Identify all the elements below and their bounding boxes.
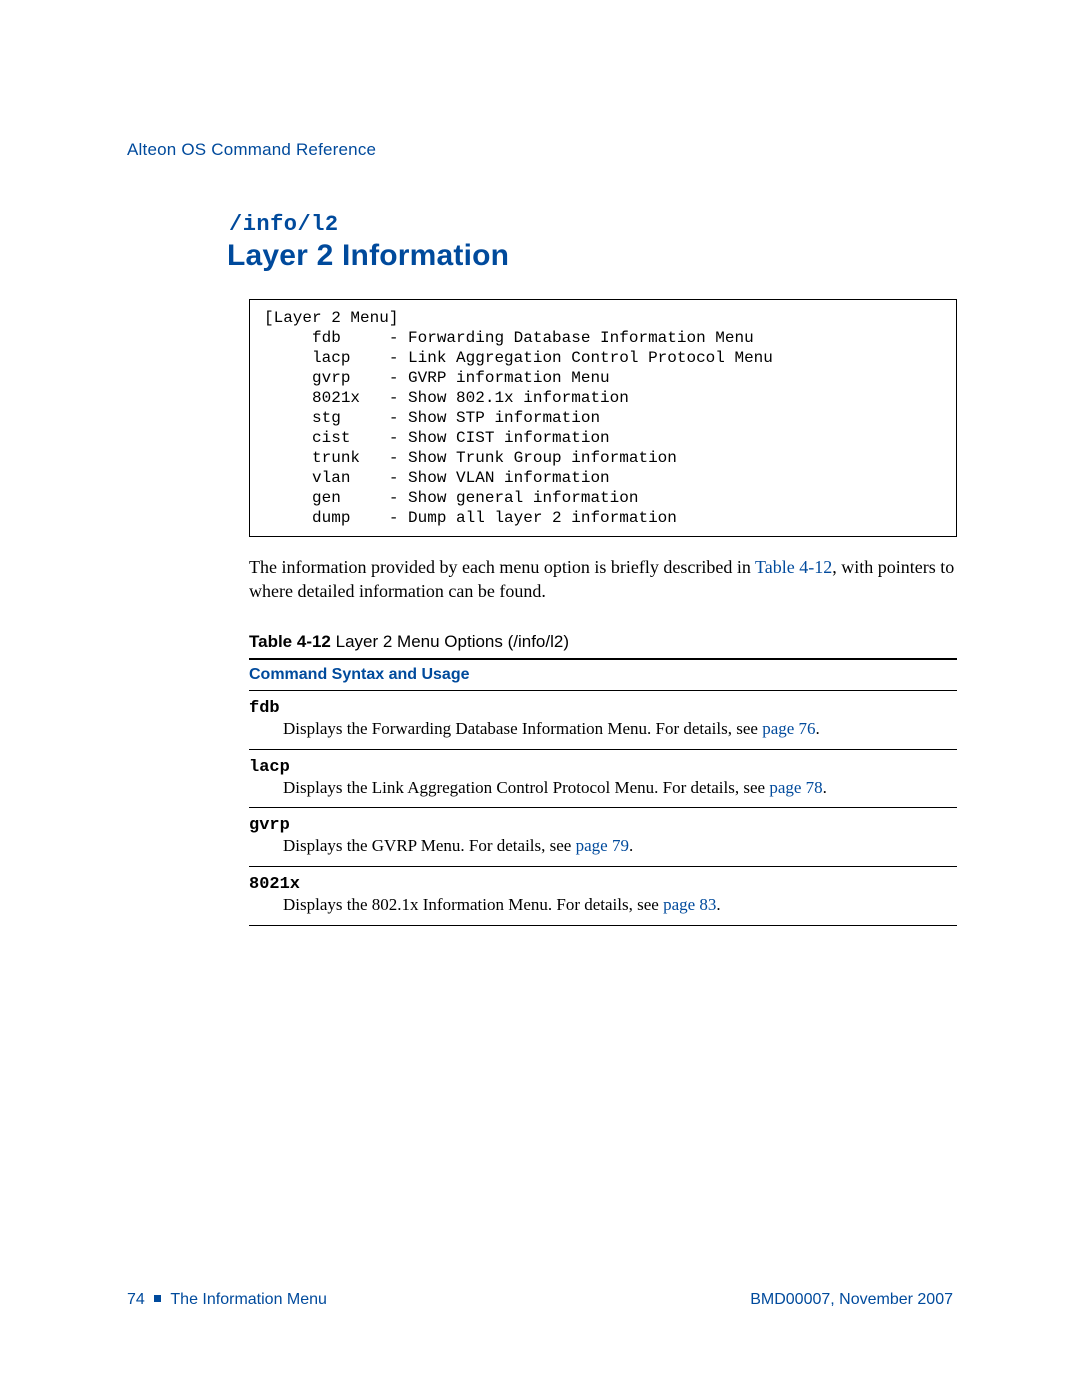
page-number: 74 [127, 1291, 145, 1308]
table-row: gvrpDisplays the GVRP Menu. For details,… [249, 808, 957, 867]
table-row: lacpDisplays the Link Aggregation Contro… [249, 749, 957, 808]
command-desc-text: Displays the GVRP Menu. For details, see [283, 836, 576, 855]
command-desc-post: . [629, 836, 633, 855]
command-desc-text: Displays the Link Aggregation Control Pr… [283, 778, 769, 797]
command-desc-post: . [823, 778, 827, 797]
page-link[interactable]: page 78 [769, 778, 822, 797]
page-footer: 74 The Information Menu BMD00007, Novemb… [127, 1291, 953, 1309]
command-description: Displays the Link Aggregation Control Pr… [249, 777, 955, 800]
command-desc-post: . [816, 719, 820, 738]
table-cell: lacpDisplays the Link Aggregation Contro… [249, 749, 957, 808]
table-row: 8021xDisplays the 802.1x Information Men… [249, 867, 957, 926]
command-description: Displays the 802.1x Information Menu. Fo… [249, 894, 955, 917]
page-link[interactable]: page 83 [663, 895, 716, 914]
command-desc-text: Displays the 802.1x Information Menu. Fo… [283, 895, 663, 914]
table-caption-text: Layer 2 Menu Options (/info/l2) [331, 632, 569, 651]
command-table-header: Command Syntax and Usage [249, 659, 957, 691]
command-name: fdb [249, 699, 955, 718]
command-description: Displays the Forwarding Database Informa… [249, 718, 955, 741]
command-name: lacp [249, 758, 955, 777]
section-path: /info/l2 [229, 212, 953, 237]
para-text-pre: The information provided by each menu op… [249, 557, 755, 577]
command-desc-post: . [716, 895, 720, 914]
table-ref-link[interactable]: Table 4-12 [755, 557, 832, 577]
footer-section: The Information Menu [170, 1291, 327, 1308]
page-link[interactable]: page 79 [576, 836, 629, 855]
command-desc-text: Displays the Forwarding Database Informa… [283, 719, 762, 738]
footer-separator-icon [154, 1295, 161, 1302]
footer-right: BMD00007, November 2007 [750, 1291, 953, 1309]
command-table: Command Syntax and Usage fdbDisplays the… [249, 658, 957, 927]
running-head: Alteon OS Command Reference [127, 140, 953, 160]
table-cell: 8021xDisplays the 802.1x Information Men… [249, 867, 957, 926]
table-number: Table 4-12 [249, 632, 331, 651]
page: Alteon OS Command Reference /info/l2 Lay… [0, 0, 1080, 1397]
menu-box: [Layer 2 Menu] fdb - Forwarding Database… [249, 299, 957, 537]
table-row: fdbDisplays the Forwarding Database Info… [249, 690, 957, 749]
command-name: 8021x [249, 875, 955, 894]
table-cell: gvrpDisplays the GVRP Menu. For details,… [249, 808, 957, 867]
command-name: gvrp [249, 816, 955, 835]
table-cell: fdbDisplays the Forwarding Database Info… [249, 690, 957, 749]
body-paragraph: The information provided by each menu op… [249, 555, 957, 604]
footer-left: 74 The Information Menu [127, 1291, 327, 1309]
section-title: Layer 2 Information [227, 239, 953, 273]
page-link[interactable]: page 76 [762, 719, 815, 738]
command-description: Displays the GVRP Menu. For details, see… [249, 835, 955, 858]
table-caption: Table 4-12 Layer 2 Menu Options (/info/l… [249, 632, 957, 652]
